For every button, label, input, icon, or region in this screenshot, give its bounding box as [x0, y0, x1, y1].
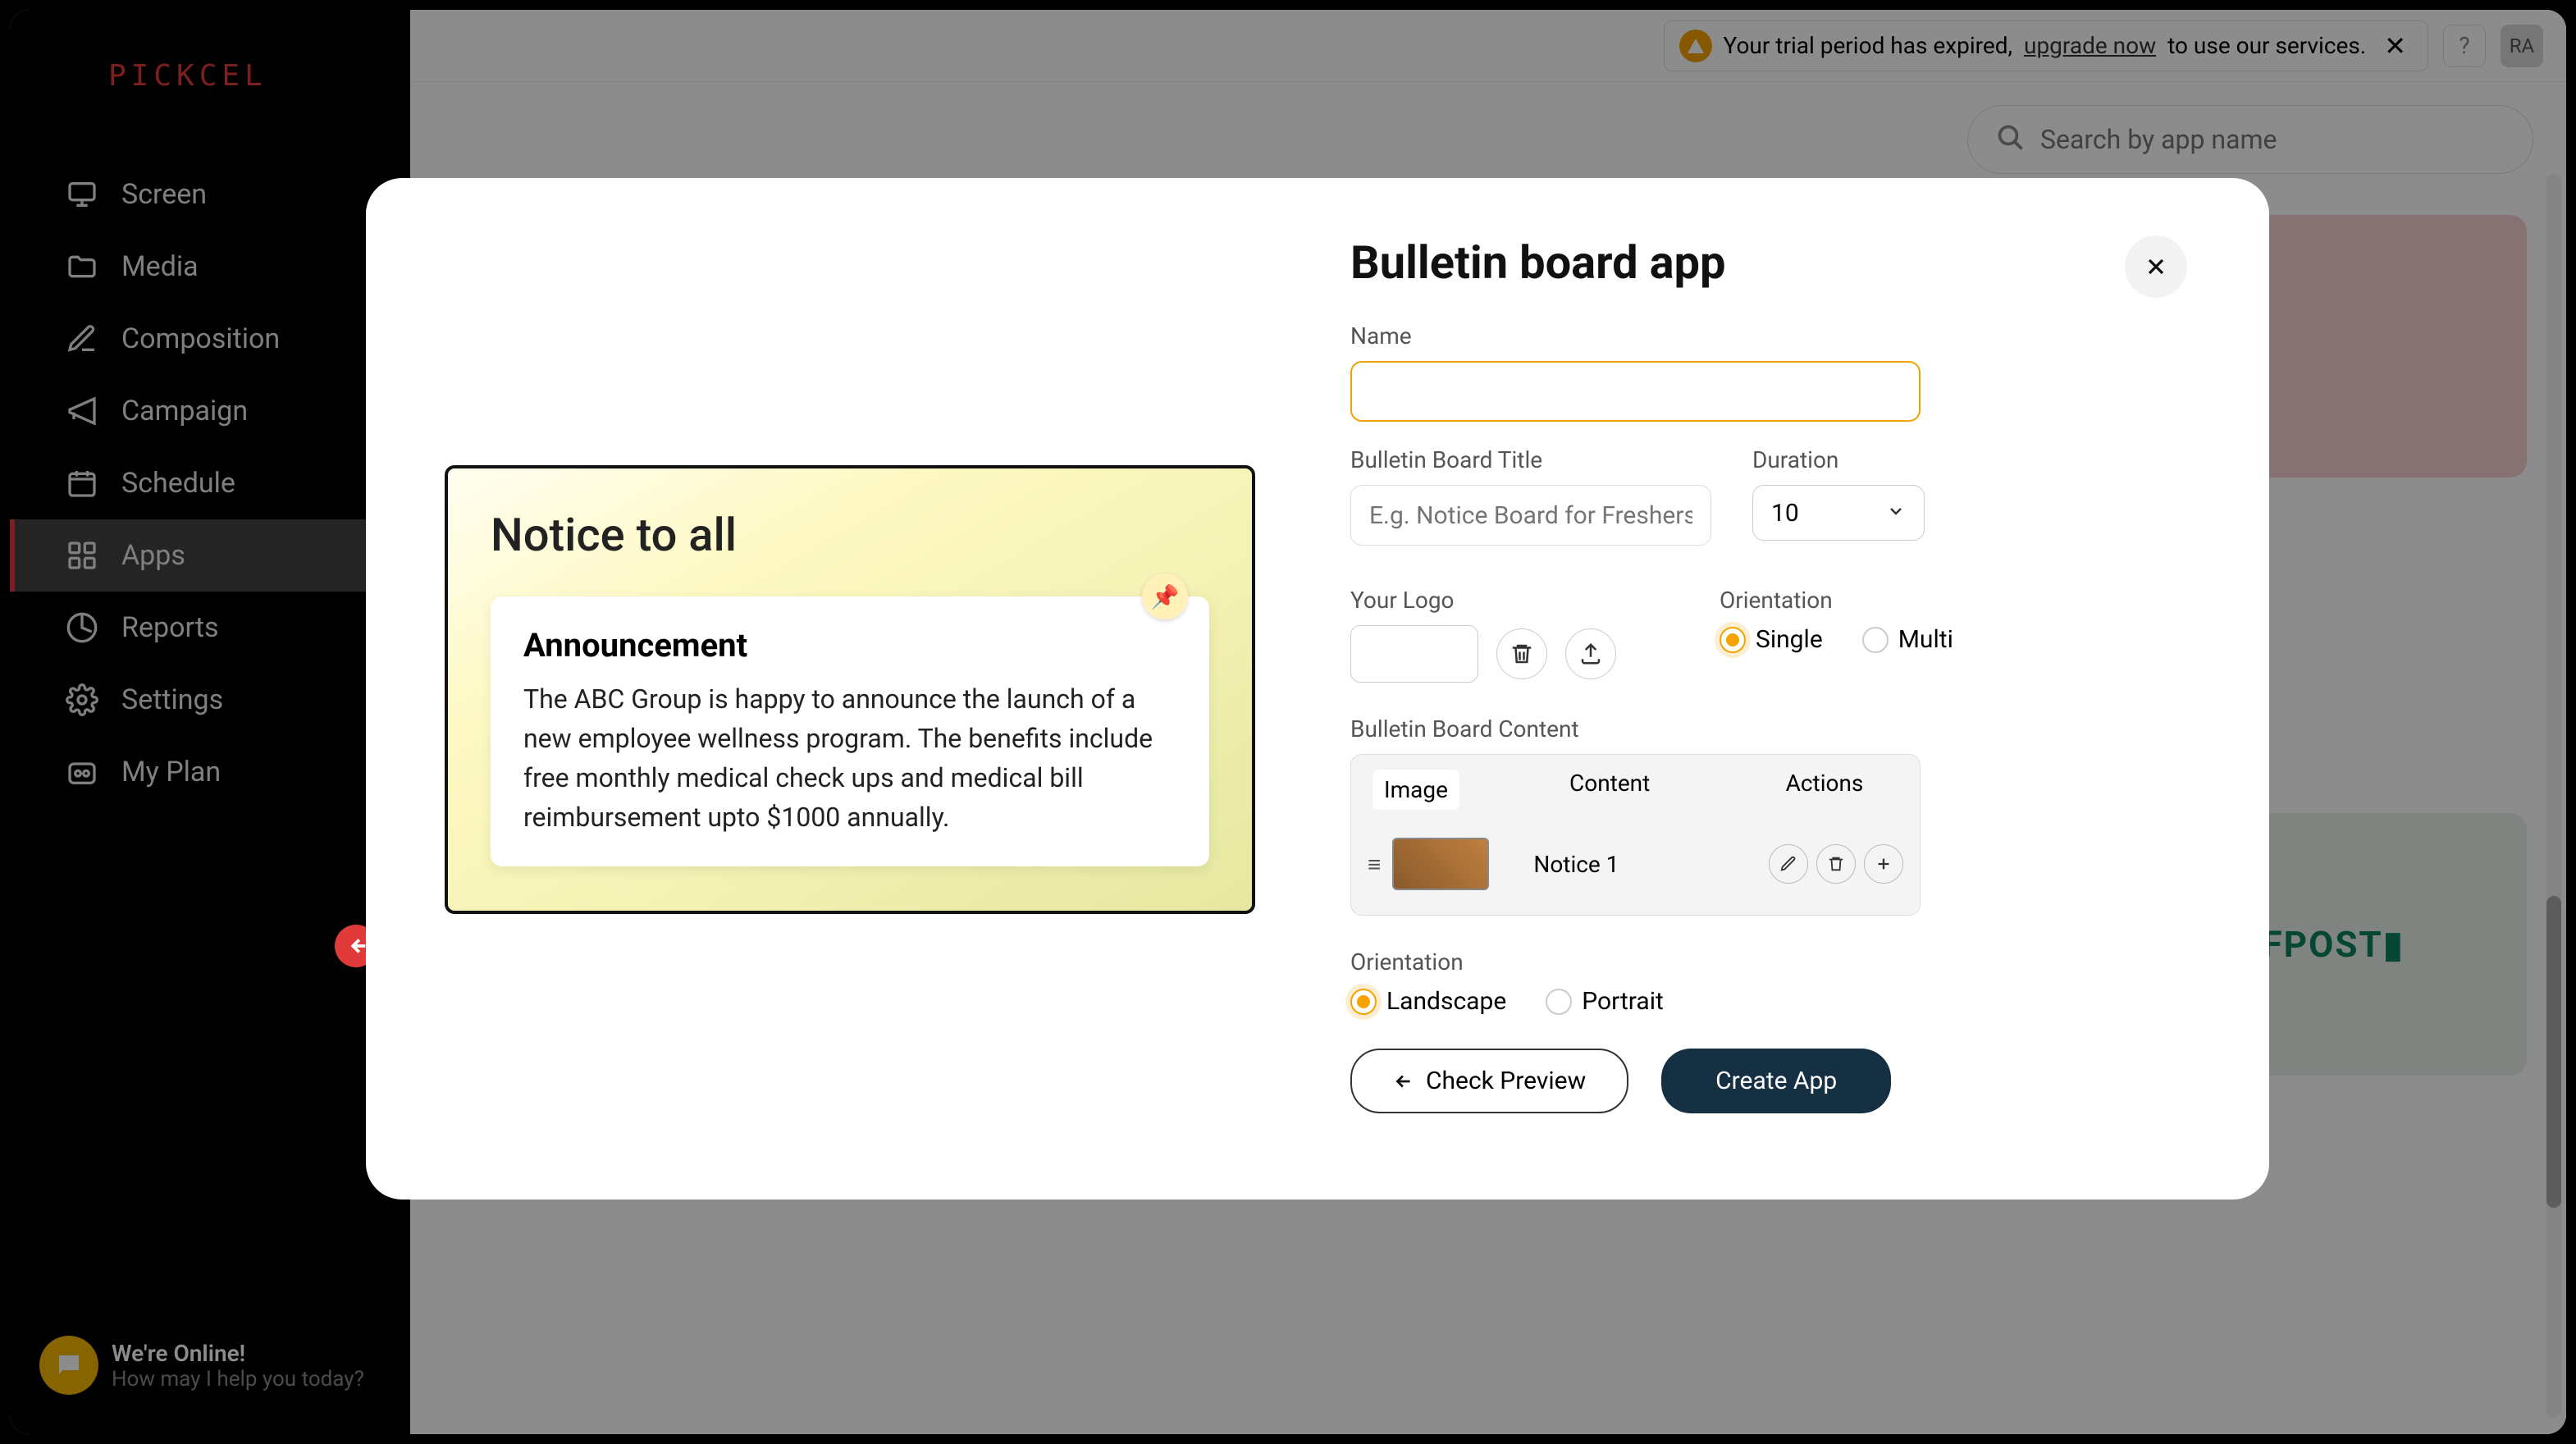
col-content: Content	[1569, 770, 1751, 810]
radio-dot-icon	[1350, 989, 1377, 1015]
delete-logo-button[interactable]	[1496, 628, 1547, 679]
announcement-box: 📌 Announcement The ABC Group is happy to…	[491, 596, 1209, 866]
name-input[interactable]	[1350, 361, 1921, 422]
radio-portrait[interactable]: Portrait	[1546, 987, 1664, 1016]
radio-label: Multi	[1898, 625, 1953, 654]
upload-logo-button[interactable]	[1565, 628, 1616, 679]
radio-landscape[interactable]: Landscape	[1350, 987, 1506, 1016]
preview-title: Notice to all	[491, 508, 1209, 562]
row-thumbnail[interactable]	[1392, 838, 1489, 890]
check-preview-label: Check Preview	[1426, 1067, 1586, 1095]
modal-form-pane: Bulletin board app Name Bulletin Board T…	[1334, 178, 2269, 1200]
radio-dot-icon	[1546, 989, 1572, 1015]
content-table: Image Content Actions ≡ Notice 1	[1350, 754, 1921, 916]
close-button[interactable]	[2125, 235, 2187, 298]
logo-label: Your Logo	[1350, 587, 1679, 614]
content-label: Bulletin Board Content	[1350, 715, 2187, 743]
duration-value: 10	[1771, 499, 1799, 528]
preview-card: Notice to all 📌 Announcement The ABC Gro…	[445, 465, 1255, 914]
radio-multi[interactable]: Multi	[1862, 625, 1953, 654]
modal-title: Bulletin board app	[1350, 235, 1726, 290]
check-preview-button[interactable]: Check Preview	[1350, 1049, 1628, 1113]
radio-label: Portrait	[1582, 987, 1664, 1016]
bb-title-input[interactable]	[1350, 485, 1711, 546]
duration-label: Duration	[1752, 446, 1925, 473]
create-app-button[interactable]: Create App	[1661, 1049, 1891, 1113]
orientation-mode-label: Orientation	[1720, 587, 2187, 614]
col-image: Image	[1372, 770, 1459, 810]
logo-slot[interactable]	[1350, 625, 1478, 683]
announcement-heading: Announcement	[523, 626, 1176, 665]
chevron-down-icon	[1886, 499, 1906, 528]
name-label: Name	[1350, 322, 2187, 350]
radio-label: Single	[1756, 625, 1823, 654]
orientation-label: Orientation	[1350, 948, 2187, 976]
col-actions: Actions	[1751, 770, 1898, 810]
bulletin-modal: Notice to all 📌 Announcement The ABC Gro…	[366, 178, 2269, 1200]
add-row-button[interactable]	[1864, 844, 1903, 884]
edit-row-button[interactable]	[1769, 844, 1808, 884]
announcement-body: The ABC Group is happy to announce the l…	[523, 679, 1176, 837]
drag-handle-icon[interactable]: ≡	[1368, 851, 1381, 878]
pin-icon: 📌	[1142, 573, 1188, 619]
radio-label: Landscape	[1386, 987, 1506, 1016]
radio-dot-icon	[1720, 627, 1746, 653]
content-row: ≡ Notice 1	[1351, 825, 1920, 915]
radio-single[interactable]: Single	[1720, 625, 1823, 654]
radio-dot-icon	[1862, 627, 1889, 653]
row-content: Notice 1	[1500, 851, 1757, 878]
modal-preview-pane: Notice to all 📌 Announcement The ABC Gro…	[366, 178, 1334, 1200]
bb-title-label: Bulletin Board Title	[1350, 446, 1711, 473]
duration-select[interactable]: 10	[1752, 485, 1925, 541]
delete-row-button[interactable]	[1816, 844, 1856, 884]
